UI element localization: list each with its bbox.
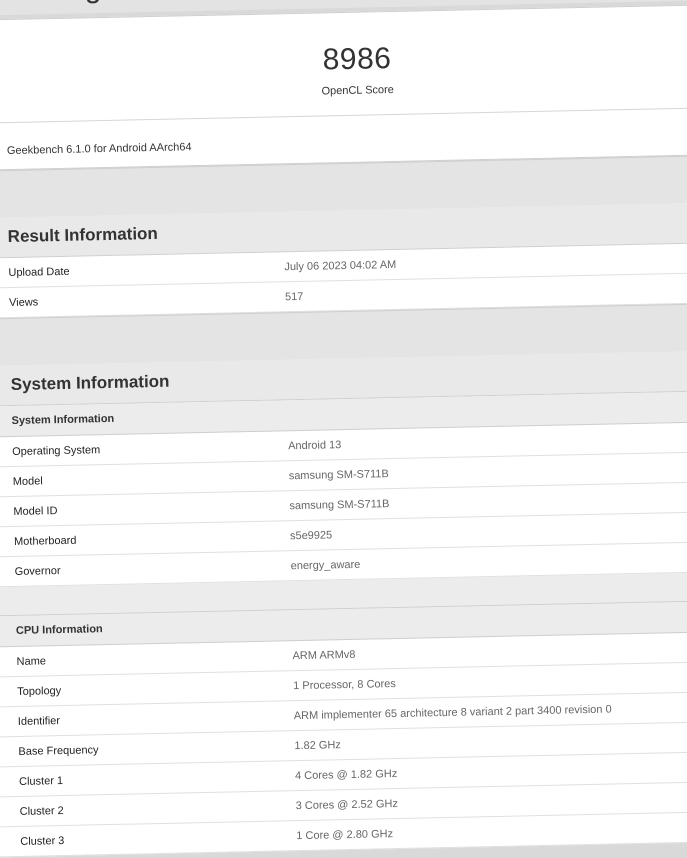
row-key: Cluster 3 (20, 834, 65, 848)
row-value: 1 Core @ 2.80 GHz (296, 827, 394, 842)
row-value: 1 Processor, 8 Cores (293, 677, 396, 692)
system-information-table: System Information Operating System Andr… (0, 389, 687, 858)
score-value: 8986 (322, 41, 392, 77)
row-key: Model (12, 474, 43, 488)
row-key: Model ID (13, 504, 58, 518)
row-value: ARM implementer 65 architecture 8 varian… (293, 703, 612, 722)
row-key: Cluster 2 (19, 804, 64, 818)
row-value: Android 13 (287, 438, 342, 452)
row-key: Cluster 1 (18, 774, 64, 788)
row-value: 517 (284, 290, 304, 303)
row-value: samsung SM-S711B (288, 467, 389, 482)
row-value: ARM ARMv8 (292, 648, 356, 662)
row-value: July 06 2023 04:02 AM (284, 258, 397, 273)
score-box: 8986 OpenCL Score (0, 4, 687, 124)
row-key: Base Frequency (18, 743, 99, 758)
row-key: Motherboard (13, 534, 77, 548)
row-key: Topology (17, 684, 62, 698)
row-value: 1.82 GHz (294, 738, 341, 752)
row-value: energy_aware (290, 558, 361, 572)
row-key: Name (16, 654, 47, 668)
row-key: Upload Date (8, 265, 70, 279)
row-value: 3 Cores @ 2.52 GHz (295, 797, 399, 812)
row-value: s5e9925 (289, 528, 333, 542)
row-value: samsung SM-S711B (289, 497, 390, 512)
row-key: Identifier (17, 714, 61, 728)
row-key: Operating System (12, 443, 101, 458)
row-key: Governor (14, 564, 61, 578)
row-value: 4 Cores @ 1.82 GHz (294, 767, 398, 782)
row-key: Views (8, 295, 39, 309)
score-card: 8986 OpenCL Score Geekbench 6.1.0 for An… (0, 3, 687, 171)
page: Samsung SM-S711B 8986 OpenCL Score Geekb… (0, 0, 687, 858)
